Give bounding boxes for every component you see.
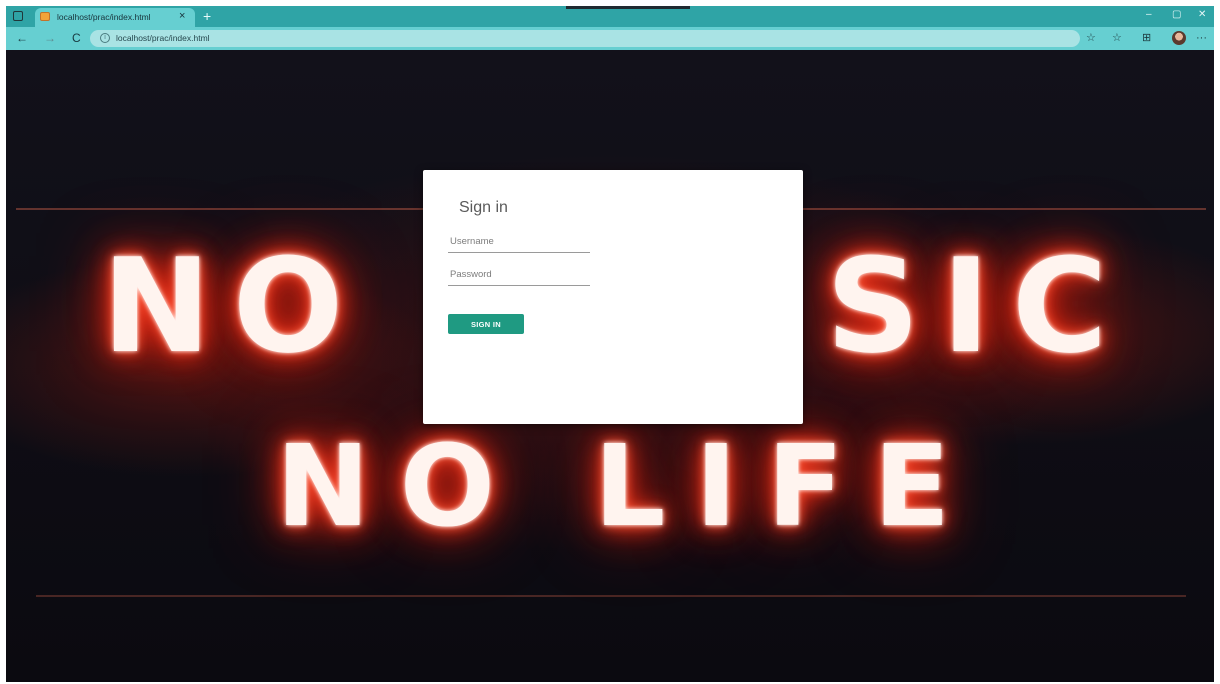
title-bar-strip — [566, 6, 690, 9]
username-input[interactable] — [448, 232, 590, 253]
tab-actions-icon[interactable] — [13, 11, 23, 21]
url-text[interactable]: localhost/prac/index.html — [116, 33, 210, 43]
signin-button[interactable]: SIGN IN — [448, 314, 524, 334]
neon-sign-word: NO — [102, 230, 366, 382]
signin-card: Sign in SIGN IN — [423, 170, 803, 424]
reload-icon[interactable]: C — [72, 31, 81, 45]
restore-icon[interactable]: ▢ — [1172, 9, 1181, 20]
tab-title: localhost/prac/index.html — [57, 12, 151, 22]
title-bar: localhost/prac/index.html × + – ▢ ✕ — [6, 6, 1214, 27]
forward-icon[interactable]: → — [44, 31, 56, 45]
neon-frame-line — [36, 595, 1186, 597]
browser-tab[interactable]: localhost/prac/index.html × — [35, 8, 195, 27]
toolbar: ← → C i localhost/prac/index.html ☆ ☆ ⊞ … — [6, 27, 1214, 50]
close-window-icon[interactable]: ✕ — [1198, 9, 1206, 20]
site-info-icon[interactable]: i — [100, 33, 110, 43]
more-menu-icon[interactable]: ··· — [1196, 32, 1207, 44]
new-tab-icon[interactable]: + — [203, 7, 211, 25]
page-content: NO SIC NO LIFE Sign in SIGN IN — [6, 50, 1214, 682]
address-bar[interactable]: i localhost/prac/index.html — [90, 30, 1080, 47]
tab-close-icon[interactable]: × — [179, 10, 185, 22]
read-aloud-icon[interactable]: ☆ — [1086, 32, 1096, 44]
back-icon[interactable]: ← — [16, 31, 28, 45]
password-input[interactable] — [448, 265, 590, 286]
browser-window: localhost/prac/index.html × + – ▢ ✕ ← → … — [6, 6, 1214, 682]
profile-avatar[interactable] — [1172, 31, 1186, 45]
neon-sign-word: SIC — [826, 230, 1130, 382]
page-favicon-icon — [40, 12, 50, 21]
signin-title: Sign in — [459, 199, 508, 216]
minimize-icon[interactable]: – — [1146, 9, 1152, 20]
favorites-icon[interactable]: ☆ — [1112, 32, 1122, 44]
neon-sign-word: NO LIFE — [276, 422, 980, 552]
collections-icon[interactable]: ⊞ — [1142, 32, 1151, 44]
